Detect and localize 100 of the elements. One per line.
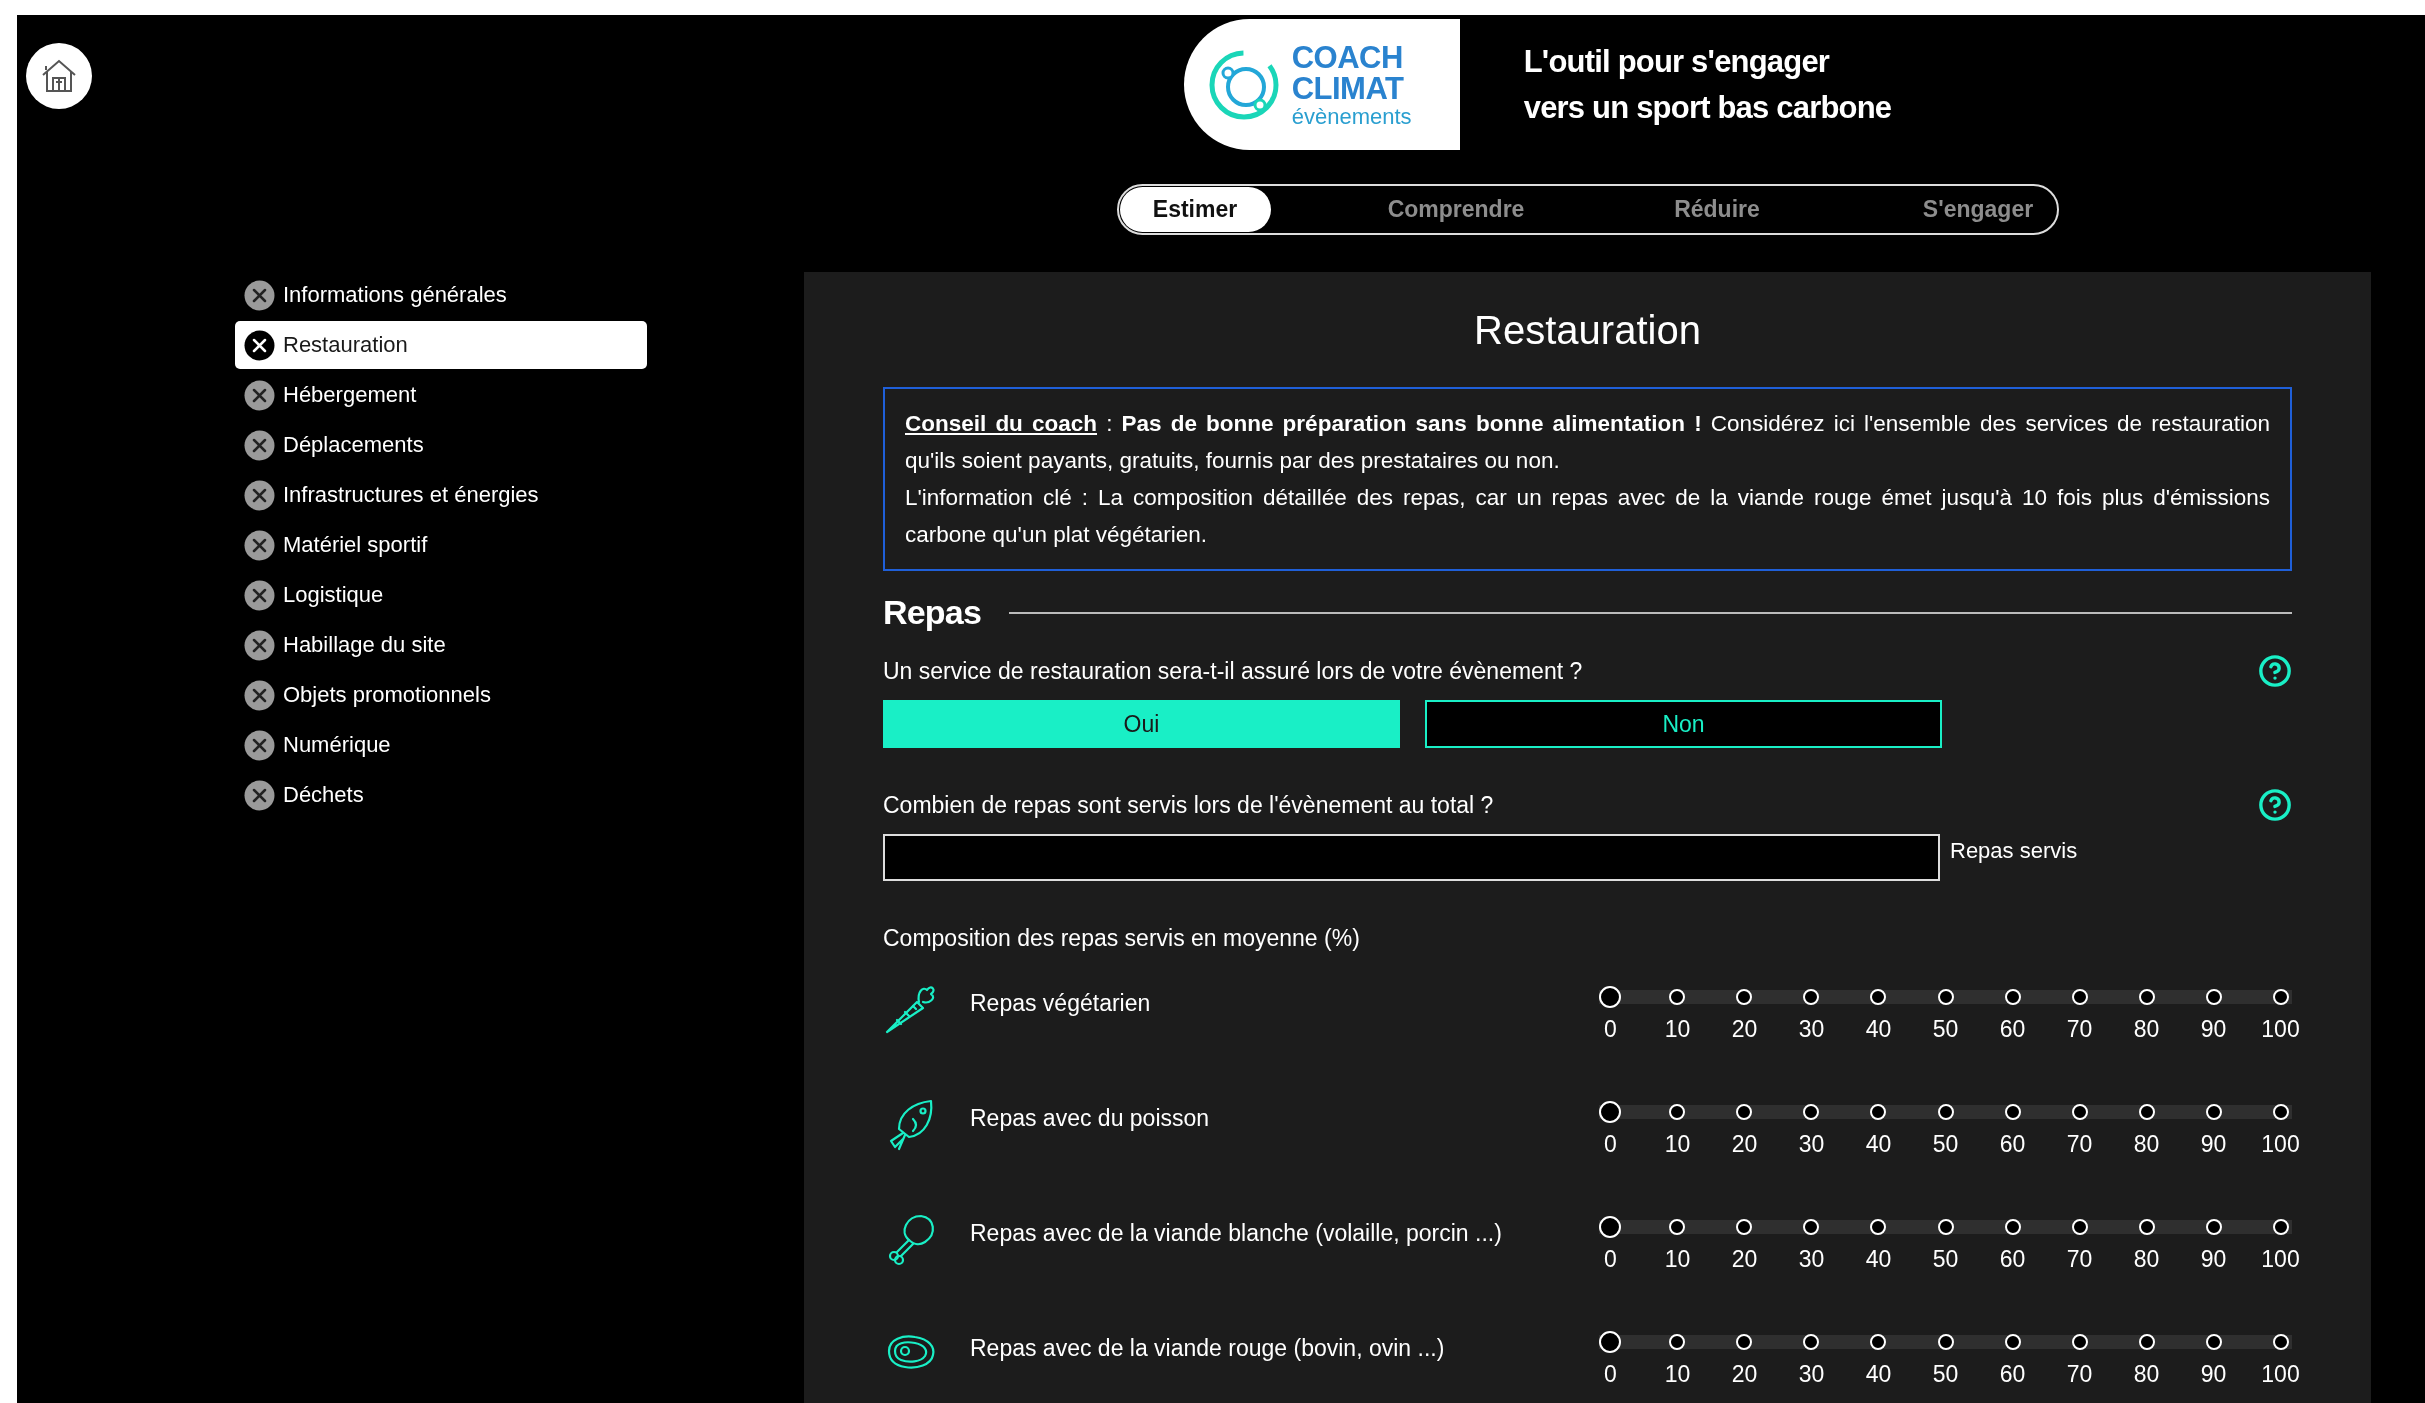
slider-thumb[interactable]	[1599, 986, 1621, 1008]
step-dot	[1870, 1334, 1887, 1350]
tick-label: 60	[1999, 1361, 2026, 1388]
tick-label: 30	[1798, 1016, 1825, 1043]
sidebar-item[interactable]: Hébergement	[235, 371, 647, 419]
tick-label: 20	[1731, 1131, 1758, 1158]
choice-button[interactable]: Non	[1425, 700, 1942, 748]
choice-button[interactable]: Oui	[883, 700, 1400, 748]
sidebar-item[interactable]: Objets promotionnels	[235, 671, 647, 719]
tab[interactable]: Estimer	[1119, 187, 1271, 232]
tab[interactable]: Comprendre	[1380, 187, 1532, 232]
meal-label: Repas avec de la viande rouge (bovin, ovin ...)	[970, 1334, 1446, 1362]
slider-thumb[interactable]	[1599, 1216, 1621, 1238]
sidebar-item[interactable]: Logistique	[235, 571, 647, 619]
tick-label: 90	[2200, 1361, 2227, 1388]
tick-label: 20	[1731, 1361, 1758, 1388]
tick-label: 90	[2200, 1246, 2227, 1273]
sidebar-item[interactable]: Déchets	[235, 771, 647, 819]
tick-label: 70	[2066, 1131, 2093, 1158]
tagline: vers un sport bas carbone	[1523, 88, 1892, 127]
tick-label: 90	[2200, 1016, 2227, 1043]
tick-label: 50	[1932, 1016, 1959, 1043]
step-dot	[1669, 1104, 1686, 1120]
step-dot	[1937, 1104, 1954, 1120]
sidebar-item[interactable]: Restauration	[235, 321, 647, 369]
step-dot	[1736, 1104, 1753, 1120]
step-dot	[1736, 1334, 1753, 1350]
tick-label: 80	[2133, 1131, 2160, 1158]
step-dot	[1870, 1219, 1887, 1235]
tab[interactable]: S'engager	[1902, 187, 2054, 232]
step-dot	[2138, 1219, 2155, 1235]
help-icon[interactable]	[2258, 788, 2292, 822]
coach-link[interactable]: Conseil du coach	[905, 411, 1097, 436]
input-field[interactable]	[883, 834, 1940, 881]
tick-label: 90	[2200, 1131, 2227, 1158]
key-info-text: L'information clé : La composition détaillée des repas, car un repas avec de la viande rouge émet jusqu'à 10 fois plus d'émissions carbone qu'un plat végétarien.	[905, 484, 2270, 549]
step-dot	[1669, 1219, 1686, 1235]
tick-label: 40	[1865, 1246, 1892, 1273]
tick-label: 70	[2066, 1246, 2093, 1273]
step-dot	[2071, 1104, 2088, 1120]
tick-label: 100	[2261, 1016, 2300, 1043]
sidebar-item[interactable]: Informations générales	[235, 271, 647, 319]
step-dot	[1669, 989, 1686, 1005]
close-icon	[244, 729, 275, 761]
tick-label: 80	[2133, 1246, 2160, 1273]
tick-label: 0	[1604, 1246, 1617, 1273]
close-icon	[244, 429, 275, 461]
logo-text: COACH	[1291, 41, 1404, 73]
step-dot	[1937, 1334, 1954, 1350]
tab[interactable]: Réduire	[1641, 187, 1793, 232]
sidebar-item[interactable]: Infrastructures et énergies	[235, 471, 647, 519]
step-dot	[2071, 1219, 2088, 1235]
step-dot	[2071, 989, 2088, 1005]
step-dot	[2273, 989, 2289, 1005]
logo-text: CLIMAT	[1291, 72, 1405, 104]
step-dot	[1870, 989, 1887, 1005]
tick-label: 20	[1731, 1016, 1758, 1043]
tick-label: 30	[1798, 1131, 1825, 1158]
slider-thumb[interactable]	[1599, 1101, 1621, 1123]
house-icon	[40, 58, 78, 94]
sidebar-item[interactable]: Habillage du site	[235, 621, 647, 669]
meal-label: Repas avec du poisson	[970, 1104, 1211, 1132]
tick-label: 70	[2066, 1361, 2093, 1388]
close-icon	[244, 529, 275, 561]
step-dot	[1736, 989, 1753, 1005]
section-title: Repas	[883, 593, 982, 632]
tick-label: 60	[1999, 1246, 2026, 1273]
tick-label: 50	[1932, 1246, 1959, 1273]
tick-label: 30	[1798, 1361, 1825, 1388]
step-dot	[2273, 1219, 2289, 1235]
tick-label: 0	[1604, 1016, 1617, 1043]
step-dot	[1937, 1219, 1954, 1235]
close-icon	[244, 629, 275, 661]
tick-label: 10	[1664, 1246, 1691, 1273]
step-dot	[2205, 1334, 2222, 1350]
tick-label: 100	[2261, 1131, 2300, 1158]
step-dot	[2205, 1104, 2222, 1120]
step-dot	[2138, 1334, 2155, 1350]
step-dot	[2138, 989, 2155, 1005]
sidebar-item[interactable]: Matériel sportif	[235, 521, 647, 569]
step-dot	[2004, 1219, 2021, 1235]
tick-label: 0	[1604, 1361, 1617, 1388]
close-icon	[244, 479, 275, 511]
tick-label: 60	[1999, 1131, 2026, 1158]
slider-thumb[interactable]	[1599, 1331, 1621, 1353]
sidebar-item[interactable]: Déplacements	[235, 421, 647, 469]
unit-label: Repas servis	[1950, 837, 2078, 864]
sidebar-item[interactable]: Numérique	[235, 721, 647, 769]
tick-label: 40	[1865, 1016, 1892, 1043]
logo-subtitle: évènements	[1291, 105, 1412, 128]
tick-label: 40	[1865, 1131, 1892, 1158]
step-dot	[1870, 1104, 1887, 1120]
tick-label: 80	[2133, 1361, 2160, 1388]
meal-label: Repas avec de la viande blanche (volaille, porcin ...)	[970, 1219, 1503, 1247]
panel-title: Restauration	[1474, 307, 1701, 354]
tick-label: 40	[1865, 1361, 1892, 1388]
question-label: Un service de restauration sera-t-il assuré lors de votre évènement ?	[883, 657, 1583, 685]
tick-label: 50	[1932, 1361, 1959, 1388]
help-icon[interactable]	[2258, 654, 2292, 688]
close-icon	[244, 579, 275, 611]
